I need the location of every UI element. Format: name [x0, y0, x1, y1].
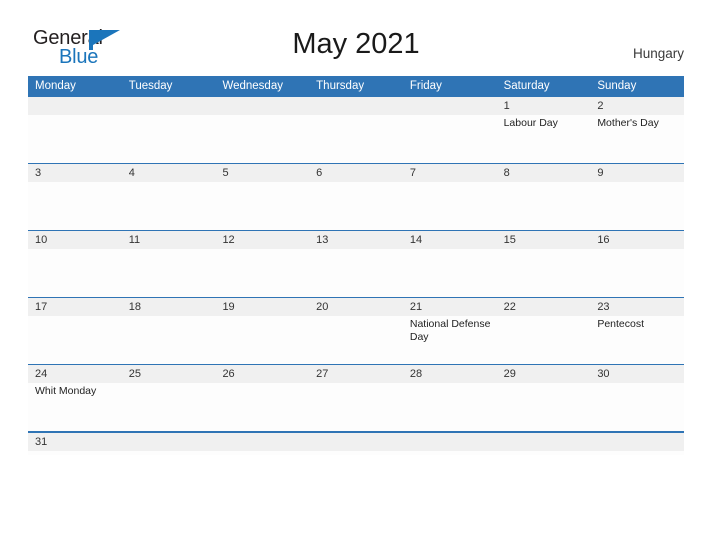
day-number: 25: [128, 368, 141, 380]
day-number: 31: [35, 436, 48, 448]
day-cell[interactable]: 8: [497, 164, 591, 230]
day-cell[interactable]: [403, 97, 497, 163]
day-number: 16: [597, 234, 610, 246]
day-cell[interactable]: 17: [28, 298, 122, 364]
calendar-week-row: 24 Whit Monday 25 26 27 28 29 30: [28, 365, 684, 432]
day-cell[interactable]: 26: [215, 365, 309, 431]
day-cell[interactable]: 22: [497, 298, 591, 364]
day-cell[interactable]: 2 Mother's Day: [590, 97, 684, 163]
day-number: 21: [409, 301, 423, 313]
day-cell[interactable]: 11: [122, 231, 216, 297]
day-cell[interactable]: [28, 97, 122, 163]
day-number: 8: [503, 167, 510, 179]
day-number: 2: [597, 100, 604, 112]
day-cell[interactable]: 3: [28, 164, 122, 230]
day-number: 23: [597, 301, 610, 313]
day-number: 1: [503, 100, 510, 112]
day-cell[interactable]: 20: [309, 298, 403, 364]
day-cell[interactable]: 28: [403, 365, 497, 431]
day-cell[interactable]: 6: [309, 164, 403, 230]
day-number: 5: [222, 167, 229, 179]
day-cell[interactable]: [590, 433, 684, 455]
day-cell[interactable]: [403, 433, 497, 455]
calendar-week-row: 31: [28, 432, 684, 455]
day-cell[interactable]: 18: [122, 298, 216, 364]
day-cell[interactable]: 21 National Defense Day: [403, 298, 497, 364]
day-number: 24: [35, 368, 48, 380]
day-cell[interactable]: 5: [215, 164, 309, 230]
weekday-header-sunday: Sunday: [597, 80, 637, 92]
day-cell[interactable]: [122, 433, 216, 455]
day-number: 4: [128, 167, 135, 179]
day-cell[interactable]: 15: [497, 231, 591, 297]
calendar-week-row: 3 4 5 6 7 8 9: [28, 164, 684, 231]
day-event: Whit Monday: [35, 385, 97, 397]
page-header: General Blue May 2021 Hungary: [0, 0, 712, 76]
day-cell[interactable]: 14: [403, 231, 497, 297]
day-event: Mother's Day: [597, 117, 659, 129]
day-event: National Defense Day: [409, 318, 491, 343]
day-number: 30: [597, 368, 610, 380]
day-number: 28: [409, 368, 423, 380]
calendar-page: General Blue May 2021 Hungary Monday Tue…: [0, 0, 712, 550]
weekday-header-tuesday: Tuesday: [128, 80, 173, 92]
day-cell[interactable]: [309, 97, 403, 163]
day-number: 15: [503, 234, 516, 246]
day-cell[interactable]: 1 Labour Day: [497, 97, 591, 163]
page-title: May 2021: [292, 28, 420, 60]
day-number: 18: [128, 301, 141, 313]
day-cell[interactable]: 25: [122, 365, 216, 431]
day-number: 6: [316, 167, 323, 179]
day-cell[interactable]: [215, 433, 309, 455]
day-number: 26: [222, 368, 235, 380]
weekday-header-friday: Friday: [409, 80, 442, 92]
day-cell[interactable]: 29: [497, 365, 591, 431]
day-cell[interactable]: 10: [28, 231, 122, 297]
day-cell[interactable]: 7: [403, 164, 497, 230]
day-cell[interactable]: 27: [309, 365, 403, 431]
day-cell[interactable]: 13: [309, 231, 403, 297]
day-number: 19: [222, 301, 235, 313]
day-number: 20: [316, 301, 329, 313]
calendar-week-row: 17 18 19 20 21 National Defense Day 22 23…: [28, 298, 684, 365]
day-number: 22: [503, 301, 516, 313]
day-cell[interactable]: [309, 433, 403, 455]
weekday-header-thursday: Thursday: [316, 80, 365, 92]
day-number: 11: [128, 234, 141, 246]
day-cell[interactable]: [497, 433, 591, 455]
day-event: Pentecost: [597, 318, 645, 330]
day-cell[interactable]: 4: [122, 164, 216, 230]
day-cell[interactable]: [122, 97, 216, 163]
day-number: 29: [503, 368, 516, 380]
weekday-header-wednesday: Wednesday: [222, 80, 283, 92]
day-number: 9: [597, 167, 604, 179]
day-number: 17: [35, 301, 48, 313]
weekday-header-saturday: Saturday: [503, 80, 550, 92]
day-cell[interactable]: 9: [590, 164, 684, 230]
day-number: 3: [35, 167, 42, 179]
day-cell[interactable]: 12: [215, 231, 309, 297]
country-label: Hungary: [632, 46, 684, 61]
day-number: 7: [409, 167, 416, 179]
day-cell[interactable]: 30: [590, 365, 684, 431]
day-cell[interactable]: 16: [590, 231, 684, 297]
weekday-header-monday: Monday: [35, 80, 76, 92]
day-event: Labour Day: [503, 117, 558, 129]
day-number: 13: [316, 234, 329, 246]
day-cell[interactable]: 19: [215, 298, 309, 364]
calendar-week-row: 1 Labour Day 2 Mother's Day: [28, 97, 684, 164]
day-number: 27: [316, 368, 329, 380]
weekday-header-row: Monday Tuesday Wednesday Thursday Friday…: [28, 76, 684, 97]
day-number: 10: [35, 234, 48, 246]
day-cell[interactable]: 31: [28, 433, 122, 455]
day-cell[interactable]: 24 Whit Monday: [28, 365, 122, 431]
calendar-grid: Monday Tuesday Wednesday Thursday Friday…: [28, 76, 684, 455]
calendar-week-row: 10 11 12 13 14 15 16: [28, 231, 684, 298]
day-number: 12: [222, 234, 235, 246]
day-cell[interactable]: 23 Pentecost: [590, 298, 684, 364]
day-cell[interactable]: [215, 97, 309, 163]
day-number: 14: [409, 234, 423, 246]
